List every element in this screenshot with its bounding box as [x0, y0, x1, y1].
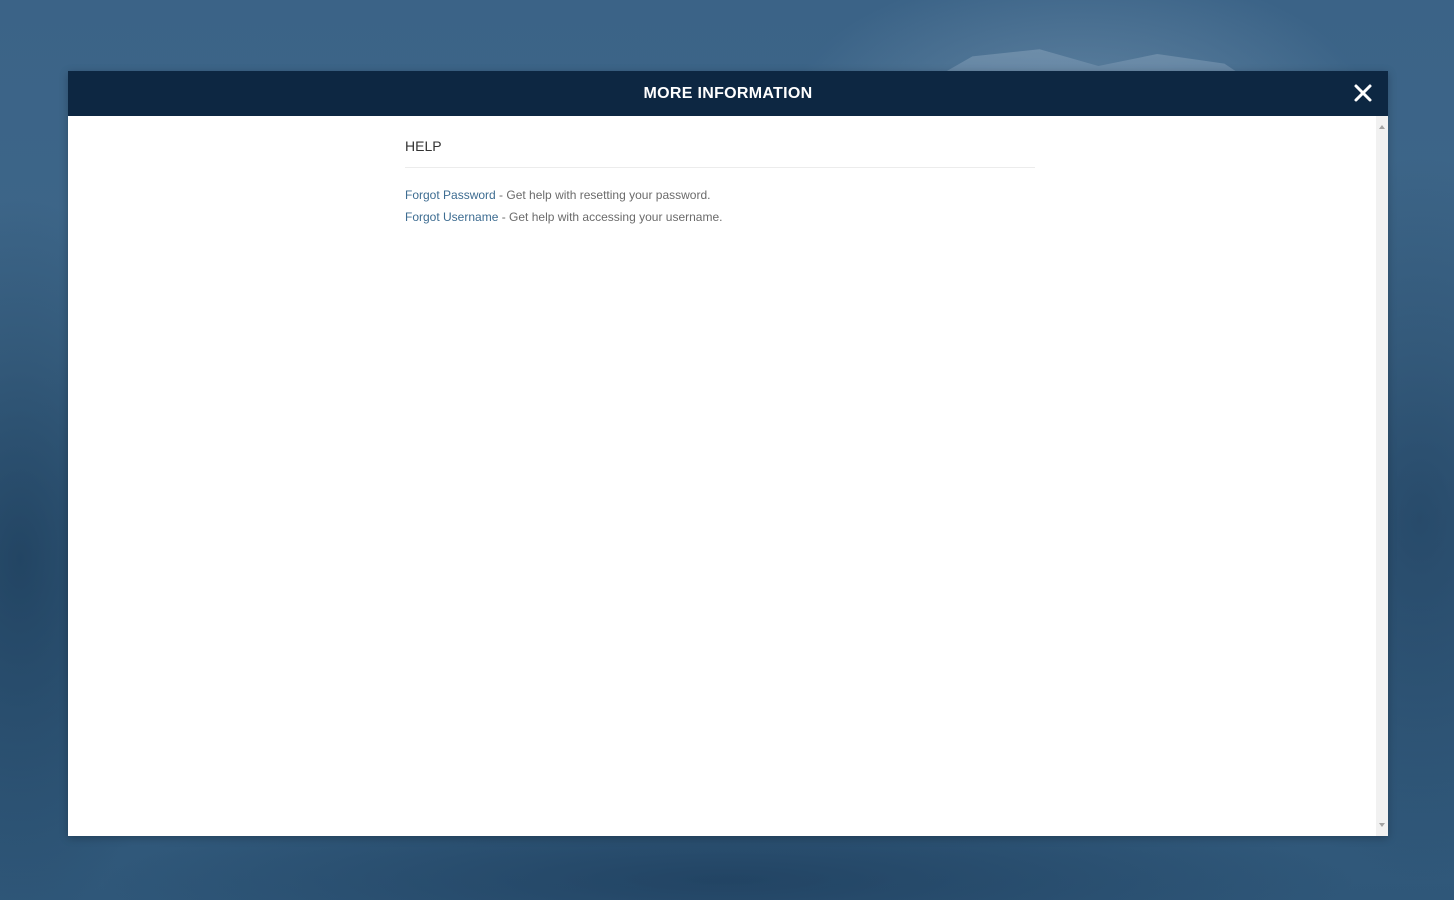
vertical-scrollbar[interactable] — [1376, 116, 1388, 836]
close-button[interactable] — [1352, 82, 1374, 104]
more-information-modal: MORE INFORMATION HELP Forgot Password - … — [68, 71, 1388, 836]
help-list: Forgot Password - Get help with resettin… — [405, 184, 1035, 228]
help-item-forgot-username: Forgot Username - Get help with accessin… — [405, 206, 1035, 228]
help-heading: HELP — [405, 138, 1035, 168]
help-section: HELP Forgot Password - Get help with res… — [405, 138, 1035, 228]
forgot-username-link[interactable]: Forgot Username — [405, 210, 498, 224]
modal-header: MORE INFORMATION — [68, 71, 1388, 116]
forgot-password-description: - Get help with resetting your password. — [495, 188, 711, 202]
close-icon — [1354, 84, 1372, 102]
scroll-up-arrow-icon[interactable] — [1379, 125, 1385, 129]
forgot-username-description: - Get help with accessing your username. — [498, 210, 723, 224]
modal-title: MORE INFORMATION — [643, 84, 813, 102]
help-item-forgot-password: Forgot Password - Get help with resettin… — [405, 184, 1035, 206]
modal-body: HELP Forgot Password - Get help with res… — [68, 116, 1376, 836]
scroll-down-arrow-icon[interactable] — [1379, 823, 1385, 827]
forgot-password-link[interactable]: Forgot Password — [405, 188, 496, 202]
